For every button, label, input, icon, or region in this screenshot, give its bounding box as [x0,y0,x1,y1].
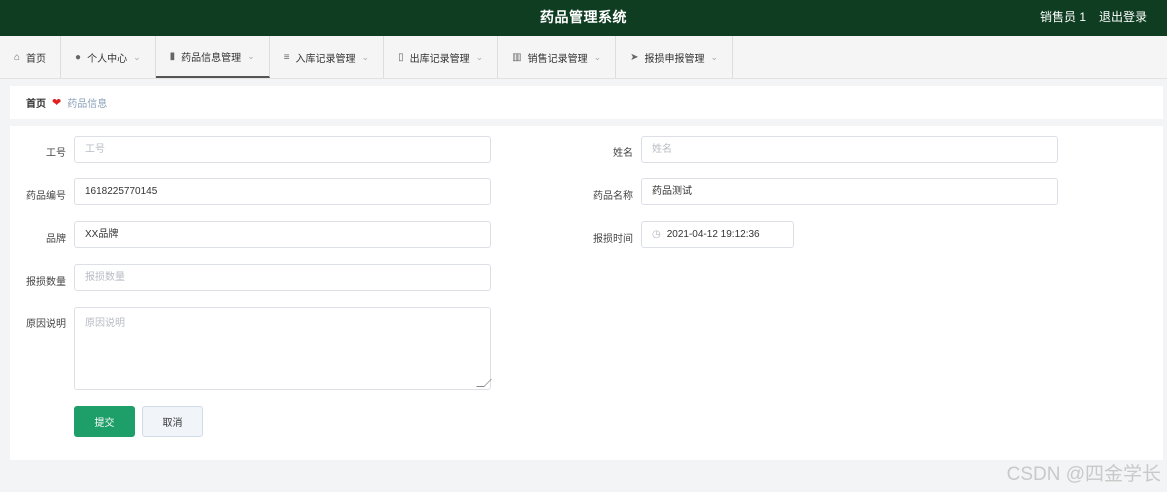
brand-label: 品牌 [46,234,66,245]
chevron-down-icon: ⌄ [593,51,602,62]
nav-item-label: 报损申报管理 [644,53,705,65]
report-time-label: 报损时间 [593,234,633,245]
logout-link[interactable]: 退出登录 [1099,0,1147,34]
nav-item-label: 首页 [26,53,47,65]
nav-item-label: 出库记录管理 [409,53,470,65]
drug-code-input[interactable]: 1618225770145 [74,178,491,205]
nav-item-sales-records[interactable]: ▥ 销售记录管理 ⌄ [498,36,617,78]
name-input[interactable]: 姓名 [641,136,1058,163]
reason-label: 原因说明 [26,319,66,330]
nav-item-label: 个人中心 [87,53,128,65]
current-user: 销售员 1 [1039,10,1086,24]
nav-item-label: 入库记录管理 [295,53,356,65]
reason-textarea[interactable]: 原因说明 [74,307,492,390]
nav-item-home[interactable]: ⌂ 首页 [0,36,62,78]
quantity-input[interactable]: 报损数量 [74,264,491,291]
nav-item-label: 销售记录管理 [527,53,588,65]
report-time-picker[interactable]: ◷ 2021-04-12 19:12:36 [641,221,794,248]
nav-item-inbound-records[interactable]: ≡ 入库记录管理 ⌄ [270,36,385,78]
main-nav: ⌂ 首页 ● 个人中心 ⌄ ▮ 药品信息管理 ⌄ ≡ 入库记录管理 ⌄ ▯ 出库… [0,36,1167,79]
nav-item-personal-center[interactable]: ● 个人中心 ⌄ [61,36,156,78]
bar-chart-icon: ▥ [512,51,522,63]
drug-name-label: 药品名称 [593,191,633,202]
breadcrumb: 首页 ❤ 药品信息 [10,86,1163,119]
quantity-label: 报损数量 [26,277,66,288]
brand-input[interactable]: XX品牌 [74,221,491,248]
breadcrumb-home[interactable]: 首页 [26,95,46,110]
submit-button[interactable]: 提交 [74,406,135,437]
reason-placeholder: 原因说明 [85,318,125,329]
employee-id-input[interactable]: 工号 [74,136,491,163]
chevron-down-icon: ⌄ [710,51,719,62]
heart-icon: ❤ [52,97,62,109]
house-icon: ⌂ [14,51,21,63]
send-icon: ➤ [630,51,639,63]
app-title: 药品管理系统 [540,9,627,25]
resize-handle-icon[interactable] [476,379,492,387]
nav-item-loss-reports[interactable]: ➤ 报损申报管理 ⌄ [616,36,734,78]
header-bar: 药品管理系统 销售员 1 退出登录 [0,0,1167,36]
employee-id-label: 工号 [46,148,66,159]
name-label: 姓名 [613,148,633,159]
clock-icon: ◷ [652,229,661,240]
chevron-down-icon: ⌄ [133,51,141,62]
user-icon: ● [75,51,82,63]
chevron-down-icon: ⌄ [247,50,255,61]
list-icon: ≡ [283,51,290,63]
pill-icon: ▮ [169,50,176,62]
watermark: CSDN @四金学长 [1006,464,1161,485]
report-time-value: 2021-04-12 19:12:36 [666,229,760,240]
chevron-down-icon: ⌄ [475,51,484,62]
nav-item-outbound-records[interactable]: ▯ 出库记录管理 ⌄ [384,36,499,78]
breadcrumb-current: 药品信息 [67,99,108,110]
clipboard-icon: ▯ [398,51,404,63]
drug-name-input[interactable]: 药品测试 [641,178,1058,205]
nav-item-label: 药品信息管理 [181,52,242,64]
drug-code-label: 药品编号 [26,191,66,202]
cancel-button[interactable]: 取消 [142,406,203,437]
chevron-down-icon: ⌄ [361,51,370,62]
nav-item-drug-info[interactable]: ▮ 药品信息管理 ⌄ [155,36,270,78]
form-panel: 工号 工号 姓名 姓名 药品编号 1618225770145 药品名称 药品测试… [10,126,1163,460]
